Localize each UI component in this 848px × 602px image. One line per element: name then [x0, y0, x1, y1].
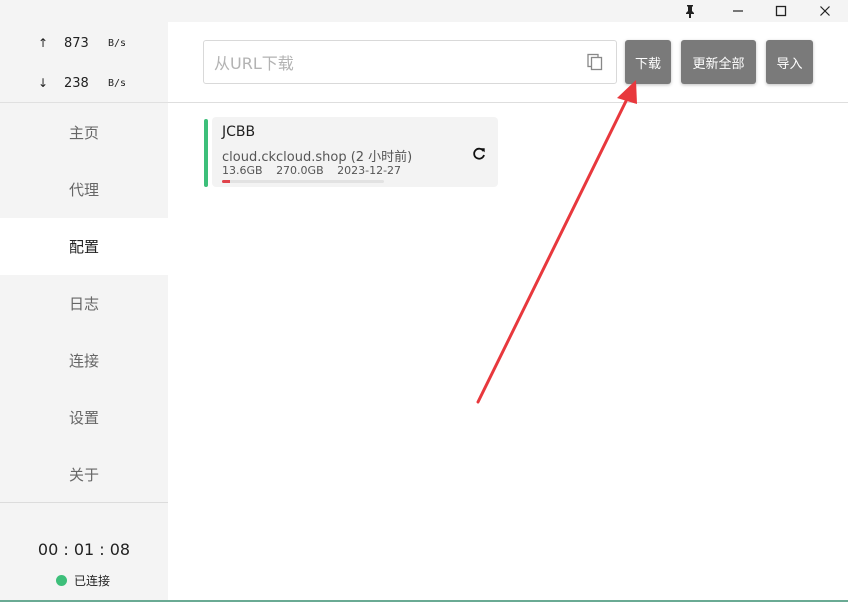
- download-button[interactable]: 下载: [625, 40, 671, 84]
- profile-used: 13.6GB: [222, 164, 263, 177]
- sidebar: ↑ 873 B/s ↓ 238 B/s 主页 代理 配置 日志 连接 设置 关于…: [0, 22, 168, 602]
- upload-speed: ↑ 873 B/s: [38, 33, 126, 53]
- pin-icon[interactable]: [670, 0, 710, 22]
- sidebar-item-label: 日志: [68, 294, 99, 313]
- profile-host: cloud.ckcloud.shop (2 小时前): [222, 150, 413, 165]
- sidebar-divider: [0, 502, 168, 503]
- profile-selected-indicator: [204, 119, 208, 187]
- refresh-icon[interactable]: [471, 146, 487, 162]
- profile-name: JCBB: [222, 124, 256, 140]
- download-arrow-icon: ↓: [38, 76, 49, 90]
- sidebar-item-logs[interactable]: 日志: [0, 275, 168, 331]
- sidebar-item-label: 连接: [68, 351, 99, 370]
- url-input[interactable]: [212, 49, 576, 77]
- sidebar-item-settings[interactable]: 设置: [0, 389, 168, 445]
- toolbar-divider: [168, 102, 848, 103]
- sidebar-item-proxy[interactable]: 代理: [0, 161, 168, 217]
- traffic-panel: ↑ 873 B/s ↓ 238 B/s: [0, 22, 168, 103]
- download-unit: B/s: [108, 77, 127, 89]
- sidebar-item-about[interactable]: 关于: [0, 446, 168, 502]
- usage-progress-bar: [222, 180, 384, 183]
- download-speed: ↓ 238 B/s: [38, 73, 126, 93]
- url-input-box: [203, 40, 617, 84]
- profile-meta: 13.6GB 270.0GB 2023-12-27: [222, 164, 411, 177]
- sidebar-item-connections[interactable]: 连接: [0, 332, 168, 388]
- maximize-icon[interactable]: [761, 0, 801, 22]
- sidebar-item-label: 代理: [68, 180, 99, 199]
- connection-status-label: 已连接: [74, 574, 111, 588]
- sidebar-item-profiles[interactable]: 配置: [0, 218, 168, 275]
- usage-progress-fill: [222, 180, 231, 183]
- upload-value: 873: [64, 35, 89, 51]
- sidebar-item-label: 设置: [68, 408, 99, 427]
- download-value: 238: [64, 75, 89, 91]
- uptime-timer: 00 : 01 : 08: [37, 540, 131, 559]
- update-all-button[interactable]: 更新全部: [681, 40, 756, 84]
- profile-expire: 2023-12-27: [337, 164, 402, 177]
- sidebar-item-label: 配置: [68, 238, 99, 256]
- connection-status: 已连接: [56, 572, 110, 589]
- sidebar-item-label: 关于: [68, 465, 99, 484]
- profile-total: 270.0GB: [276, 164, 324, 177]
- close-icon[interactable]: [805, 0, 845, 22]
- sidebar-item-home[interactable]: 主页: [0, 104, 168, 160]
- title-bar: [0, 0, 848, 22]
- status-dot-icon: [56, 575, 67, 586]
- paste-icon[interactable]: [586, 53, 604, 71]
- sidebar-item-label: 主页: [68, 123, 99, 142]
- import-button[interactable]: 导入: [766, 40, 813, 84]
- upload-unit: B/s: [108, 37, 127, 49]
- profile-card[interactable]: JCBB cloud.ckcloud.shop (2 小时前) 13.6GB 2…: [212, 117, 498, 187]
- upload-arrow-icon: ↑: [38, 36, 49, 50]
- minimize-icon[interactable]: [718, 0, 758, 22]
